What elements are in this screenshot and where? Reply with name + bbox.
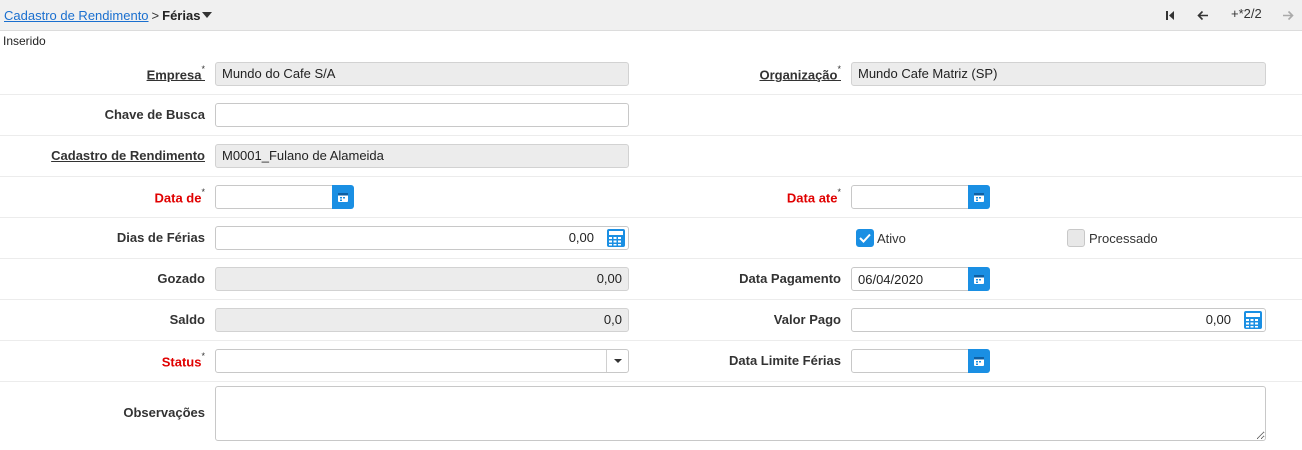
processado-checkbox[interactable] [1067, 229, 1085, 247]
cadastro-rendimento-label[interactable]: Cadastro de Rendimento [51, 148, 205, 163]
data-ate-input[interactable] [851, 185, 969, 209]
data-limite-ferias-input[interactable] [851, 349, 969, 373]
divider [0, 258, 1302, 259]
data-pagamento-input[interactable] [851, 267, 969, 291]
skip-to-first-icon[interactable] [1165, 10, 1175, 21]
breadcrumb-parent-link[interactable]: Cadastro de Rendimento [4, 8, 149, 23]
data-ate-label: Data ate* [786, 187, 841, 206]
chave-busca-input[interactable] [215, 103, 629, 127]
status-select[interactable] [215, 349, 629, 373]
breadcrumb-current: Férias [162, 8, 201, 23]
data-pagamento-label: Data Pagamento [739, 271, 841, 286]
divider [0, 340, 1302, 341]
dias-ferias-input[interactable]: 0,00 [215, 226, 629, 250]
divider [0, 217, 1302, 218]
arrow-right-icon[interactable] [1282, 10, 1294, 21]
calendar-icon[interactable] [968, 349, 990, 373]
divider [0, 299, 1302, 300]
divider [0, 381, 1302, 382]
calendar-icon[interactable] [968, 185, 990, 209]
ativo-label: Ativo [877, 231, 906, 246]
empresa-field[interactable]: Mundo do Cafe S/A [215, 62, 629, 86]
calculator-icon[interactable] [606, 228, 626, 248]
toolbar: Cadastro de Rendimento > Férias +*2/2 [0, 0, 1302, 31]
data-limite-ferias-label: Data Limite Férias [729, 353, 841, 368]
valor-pago-input[interactable]: 0,00 [851, 308, 1266, 332]
cadastro-rendimento-field[interactable]: M0001_Fulano de Alameida [215, 144, 629, 168]
divider [0, 94, 1302, 95]
chevron-down-icon[interactable] [202, 12, 213, 18]
observacoes-textarea[interactable] [215, 386, 1266, 441]
observacoes-label: Observações [123, 405, 205, 420]
chave-busca-label: Chave de Busca [104, 107, 205, 122]
data-de-input[interactable] [215, 185, 333, 209]
record-status: Inserido [3, 34, 46, 48]
divider [0, 176, 1302, 177]
calendar-icon[interactable] [332, 185, 354, 209]
organizacao-label[interactable]: Organização* [759, 64, 841, 82]
calendar-icon[interactable] [968, 267, 990, 291]
organizacao-field[interactable]: Mundo Cafe Matriz (SP) [851, 62, 1266, 86]
saldo-label: Saldo [169, 312, 205, 327]
breadcrumb: Cadastro de Rendimento > Férias [4, 8, 213, 23]
gozado-label: Gozado [157, 271, 205, 286]
data-de-label: Data de* [154, 187, 205, 206]
status-label: Status* [161, 351, 205, 370]
record-counter: +*2/2 [1231, 6, 1262, 21]
chevron-down-icon[interactable] [606, 350, 628, 372]
empresa-label[interactable]: Empresa* [147, 64, 205, 82]
valor-pago-label: Valor Pago [773, 312, 841, 327]
gozado-field[interactable]: 0,00 [215, 267, 629, 291]
dias-ferias-label: Dias de Férias [116, 230, 205, 245]
processado-label: Processado [1089, 231, 1158, 246]
divider [0, 135, 1302, 136]
breadcrumb-separator: > [151, 8, 160, 23]
calculator-icon[interactable] [1243, 310, 1263, 330]
arrow-left-icon[interactable] [1197, 10, 1209, 21]
saldo-field[interactable]: 0,0 [215, 308, 629, 332]
ativo-checkbox[interactable] [856, 229, 874, 247]
